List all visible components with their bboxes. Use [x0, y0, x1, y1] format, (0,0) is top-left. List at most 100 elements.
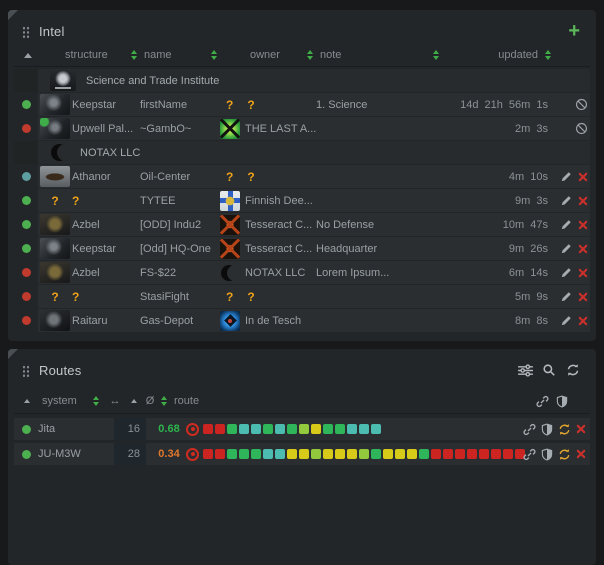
- drag-handle-icon[interactable]: [22, 364, 30, 377]
- sort-arrows[interactable]: [90, 396, 104, 406]
- route-jump-square[interactable]: [275, 449, 285, 459]
- edit-pencil-icon[interactable]: [560, 195, 572, 207]
- intel-structure-row[interactable]: RaitaruGas-DepotIn de Tesch8m 8s: [14, 309, 590, 332]
- search-icon[interactable]: [540, 361, 558, 379]
- route-jump-square[interactable]: [227, 424, 237, 434]
- intel-structure-row[interactable]: Upwell Pal...~GambO~THE LAST A...2m 3s: [14, 117, 590, 140]
- column-system[interactable]: system: [38, 395, 90, 407]
- route-jump-square[interactable]: [287, 424, 297, 434]
- sort-arrows[interactable]: [158, 396, 172, 406]
- route-jump-square[interactable]: [443, 449, 453, 459]
- intel-structure-row[interactable]: AzbelFS-$22NOTAX LLCLorem Ipsum...6m 14s: [14, 261, 590, 284]
- delete-x-icon[interactable]: [576, 449, 586, 459]
- route-jump-square[interactable]: [323, 424, 333, 434]
- shield-icon[interactable]: [556, 395, 568, 408]
- intel-group-row[interactable]: Science and Trade Institute: [14, 69, 590, 92]
- intel-structure-row[interactable]: Keepstar[Odd] HQ-OneTesseract C...Headqu…: [14, 237, 590, 260]
- delete-x-icon[interactable]: [578, 244, 588, 254]
- route-row[interactable]: Jita160.68: [14, 418, 590, 440]
- sort-status-column[interactable]: [14, 399, 38, 403]
- route-jump-square[interactable]: [383, 449, 393, 459]
- edit-pencil-icon[interactable]: [560, 171, 572, 183]
- link-icon[interactable]: [536, 395, 549, 408]
- column-route[interactable]: route: [172, 395, 530, 407]
- column-structure[interactable]: structure: [38, 49, 140, 61]
- refresh-route-icon[interactable]: [558, 423, 571, 436]
- route-jump-square[interactable]: [491, 449, 501, 459]
- route-jump-square[interactable]: [479, 449, 489, 459]
- intel-panel-header: Intel +: [14, 18, 590, 44]
- edit-pencil-icon[interactable]: [560, 291, 572, 303]
- refresh-icon[interactable]: [564, 361, 582, 379]
- sort-status-column[interactable]: [14, 53, 38, 58]
- route-jump-square[interactable]: [203, 424, 213, 434]
- settings-sliders-icon[interactable]: [516, 361, 534, 379]
- delete-x-icon[interactable]: [578, 172, 588, 182]
- delete-x-icon[interactable]: [578, 292, 588, 302]
- status-dot: [22, 268, 31, 277]
- route-jump-square[interactable]: [335, 449, 345, 459]
- intel-structure-row[interactable]: KeepstarfirstName??1. Science14d 21h 56m…: [14, 93, 590, 116]
- delete-x-icon[interactable]: [578, 268, 588, 278]
- edit-pencil-icon[interactable]: [560, 315, 572, 327]
- route-jump-square[interactable]: [347, 449, 357, 459]
- route-jump-square[interactable]: [263, 424, 273, 434]
- edit-pencil-icon[interactable]: [560, 219, 572, 231]
- delete-x-icon[interactable]: [578, 196, 588, 206]
- route-jump-square[interactable]: [299, 449, 309, 459]
- route-jump-square[interactable]: [239, 449, 249, 459]
- route-jump-square[interactable]: [251, 449, 261, 459]
- route-jump-square[interactable]: [371, 424, 381, 434]
- route-jump-square[interactable]: [275, 424, 285, 434]
- shield-icon[interactable]: [541, 423, 553, 436]
- intel-structure-row[interactable]: ??StasiFight??5m 9s: [14, 285, 590, 308]
- intel-structure-row[interactable]: AthanorOil-Center??4m 10s: [14, 165, 590, 188]
- route-jump-square[interactable]: [323, 449, 333, 459]
- route-jump-square[interactable]: [335, 424, 345, 434]
- route-jump-square[interactable]: [227, 449, 237, 459]
- route-jump-square[interactable]: [311, 449, 321, 459]
- route-jump-square[interactable]: [455, 449, 465, 459]
- column-note[interactable]: note: [316, 49, 442, 61]
- route-jump-square[interactable]: [347, 424, 357, 434]
- locked-icon[interactable]: [575, 98, 588, 111]
- route-jump-square[interactable]: [215, 424, 225, 434]
- add-intel-button[interactable]: +: [566, 23, 582, 39]
- column-owner[interactable]: owner: [220, 49, 316, 61]
- route-jump-square[interactable]: [431, 449, 441, 459]
- intel-structure-row[interactable]: Azbel[ODD] Indu2Tesseract C...No Defense…: [14, 213, 590, 236]
- structure-thumb-cell: [38, 262, 72, 283]
- route-jump-square[interactable]: [239, 424, 249, 434]
- route-jump-square[interactable]: [419, 449, 429, 459]
- route-jump-square[interactable]: [287, 449, 297, 459]
- route-jump-square[interactable]: [251, 424, 261, 434]
- route-row[interactable]: JU-M3W280.34: [14, 443, 590, 465]
- route-jump-square[interactable]: [203, 449, 213, 459]
- column-name[interactable]: name: [140, 49, 220, 61]
- delete-x-icon[interactable]: [578, 220, 588, 230]
- route-jump-square[interactable]: [215, 449, 225, 459]
- delete-x-icon[interactable]: [578, 316, 588, 326]
- route-jump-square[interactable]: [359, 449, 369, 459]
- sort-caret[interactable]: [126, 399, 142, 403]
- route-jump-square[interactable]: [311, 424, 321, 434]
- column-bidirectional[interactable]: ↔: [104, 395, 126, 407]
- edit-pencil-icon[interactable]: [560, 243, 572, 255]
- drag-handle-icon[interactable]: [22, 25, 30, 38]
- edit-pencil-icon[interactable]: [560, 267, 572, 279]
- column-updated[interactable]: updated: [442, 49, 554, 61]
- intel-structure-row[interactable]: ??TYTEEFinnish Dee...9m 3s: [14, 189, 590, 212]
- route-jump-square[interactable]: [371, 449, 381, 459]
- column-empty[interactable]: Ø: [142, 395, 158, 407]
- route-jump-square[interactable]: [359, 424, 369, 434]
- route-jump-square[interactable]: [299, 424, 309, 434]
- delete-x-icon[interactable]: [576, 424, 586, 434]
- route-jump-square[interactable]: [503, 449, 513, 459]
- link-icon[interactable]: [523, 423, 536, 436]
- intel-group-row[interactable]: NOTAX LLC: [14, 141, 590, 164]
- locked-icon[interactable]: [575, 122, 588, 135]
- route-jump-square[interactable]: [467, 449, 477, 459]
- route-jump-square[interactable]: [263, 449, 273, 459]
- route-jump-square[interactable]: [407, 449, 417, 459]
- route-jump-square[interactable]: [395, 449, 405, 459]
